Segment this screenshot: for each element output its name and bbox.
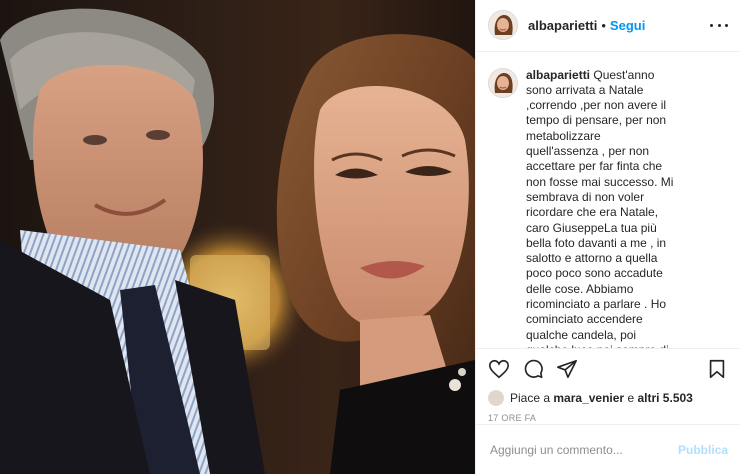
follow-button[interactable]: Segui <box>610 18 645 33</box>
caption-area[interactable]: albaparietti Quest'anno sono arrivata a … <box>476 52 740 350</box>
more-options-icon[interactable] <box>710 23 728 27</box>
send-icon[interactable] <box>556 358 578 380</box>
avatar-image <box>489 68 517 97</box>
action-bar <box>476 349 740 389</box>
likes-summary: Piace a mara_venier e altri 5.503 <box>476 389 740 407</box>
liker-username[interactable]: mara_venier <box>553 391 624 405</box>
post-side-panel: albaparietti • Segui albaparietti Quest'… <box>475 0 740 474</box>
caption-text: Quest'anno sono arrivata a Natale ,corre… <box>526 67 674 349</box>
add-comment-bar: Pubblica <box>476 424 740 474</box>
publish-button[interactable]: Pubblica <box>678 443 728 457</box>
avatar-image <box>489 11 517 40</box>
liker-avatar[interactable] <box>488 389 504 406</box>
caption-username[interactable]: albaparietti <box>526 68 590 82</box>
post-header: albaparietti • Segui <box>476 0 740 52</box>
photo-illustration <box>0 8 475 474</box>
bookmark-icon[interactable] <box>706 358 728 380</box>
separator-dot: • <box>601 17 606 33</box>
instagram-post: albaparietti • Segui albaparietti Quest'… <box>0 0 740 474</box>
post-timestamp[interactable]: 17 ORE FA <box>476 407 740 425</box>
more-dot <box>717 23 721 27</box>
more-dot <box>725 23 728 27</box>
avatar[interactable] <box>488 10 518 41</box>
comment-input[interactable] <box>488 441 678 458</box>
post-photo[interactable] <box>0 0 475 474</box>
likes-connector: e <box>627 390 635 405</box>
more-dot <box>710 23 713 27</box>
comment-icon[interactable] <box>522 358 544 380</box>
caption-avatar[interactable] <box>488 67 518 98</box>
post-caption: albaparietti Quest'anno sono arrivata a … <box>526 68 676 349</box>
heart-icon[interactable] <box>488 358 510 380</box>
likes-prefix: Piace a <box>510 390 551 405</box>
post-author-username[interactable]: albaparietti <box>528 18 597 33</box>
likes-count[interactable]: altri 5.503 <box>637 391 692 405</box>
